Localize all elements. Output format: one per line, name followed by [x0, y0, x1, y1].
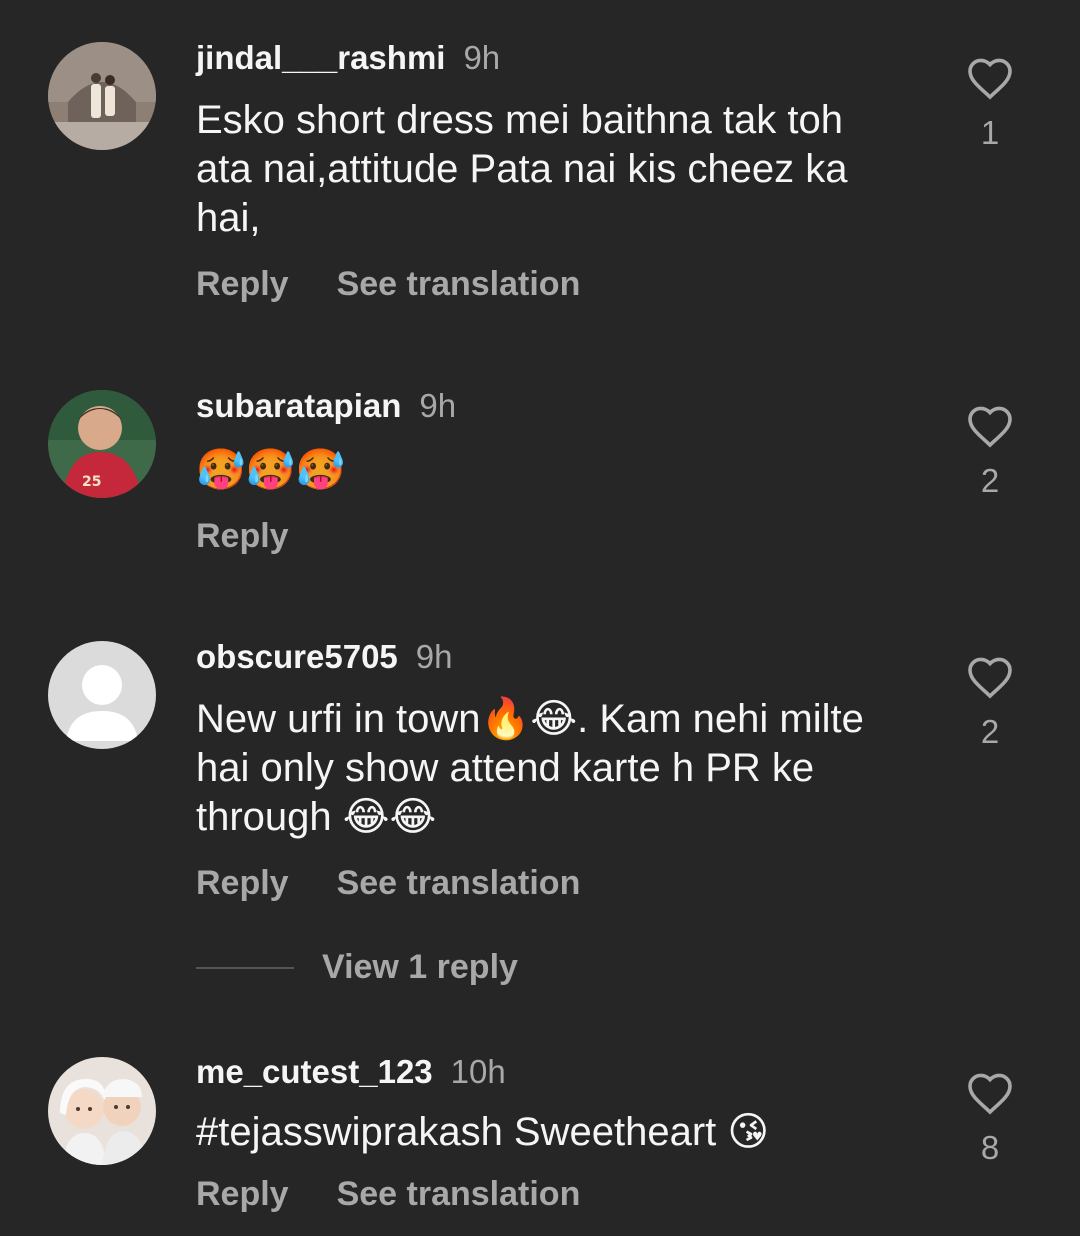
- username[interactable]: subaratapian: [196, 387, 401, 424]
- comment-text: Esko short dress mei baithna tak toh ata…: [196, 98, 848, 240]
- timestamp: 9h: [415, 638, 453, 675]
- avatar[interactable]: 25: [48, 390, 156, 498]
- like-control: 1: [962, 56, 1018, 152]
- avatar[interactable]: [48, 1057, 156, 1165]
- heart-outline-icon[interactable]: [962, 56, 1018, 100]
- comment-meta: me_cutest_123 10h: [196, 1052, 916, 1092]
- comment-text: 🥵🥵🥵: [196, 447, 346, 493]
- svg-text:25: 25: [82, 474, 101, 490]
- see-translation-button[interactable]: See translation: [337, 1175, 581, 1214]
- comment-text: New urfi in town🔥😂. Kam nehi milte hai o…: [196, 697, 864, 839]
- avatar[interactable]: [48, 42, 156, 150]
- timestamp: 9h: [419, 387, 457, 424]
- heart-outline-icon[interactable]: [962, 1071, 1018, 1115]
- comment-meta: jindal___rashmi 9h: [196, 38, 916, 78]
- reply-button[interactable]: Reply: [196, 1175, 289, 1214]
- username[interactable]: jindal___rashmi: [196, 39, 445, 76]
- like-control: 2: [962, 404, 1018, 500]
- like-count: 1: [980, 114, 1000, 151]
- like-count: 2: [980, 462, 1000, 499]
- like-count: 2: [980, 713, 1000, 750]
- reply-button[interactable]: Reply: [196, 265, 289, 304]
- comment-text: #tejasswiprakash Sweetheart 😘: [196, 1110, 770, 1154]
- see-translation-button[interactable]: See translation: [337, 864, 581, 903]
- see-translation-button[interactable]: See translation: [337, 265, 581, 304]
- username[interactable]: me_cutest_123: [196, 1053, 433, 1090]
- username[interactable]: obscure5705: [196, 638, 398, 675]
- heart-outline-icon[interactable]: [962, 655, 1018, 699]
- view-replies-label[interactable]: View 1 reply: [322, 948, 518, 986]
- view-replies-button[interactable]: View 1 reply: [196, 948, 518, 988]
- like-count: 8: [980, 1129, 1000, 1166]
- heart-outline-icon[interactable]: [962, 404, 1018, 448]
- comment-meta: obscure5705 9h: [196, 637, 916, 677]
- like-control: 8: [962, 1071, 1018, 1167]
- reply-button[interactable]: Reply: [196, 517, 289, 556]
- comment-meta: subaratapian 9h: [196, 386, 916, 426]
- divider: [196, 966, 294, 969]
- like-control: 2: [962, 655, 1018, 751]
- timestamp: 9h: [463, 39, 501, 76]
- reply-button[interactable]: Reply: [196, 864, 289, 903]
- timestamp: 10h: [450, 1053, 506, 1090]
- default-avatar-icon[interactable]: [48, 641, 156, 749]
